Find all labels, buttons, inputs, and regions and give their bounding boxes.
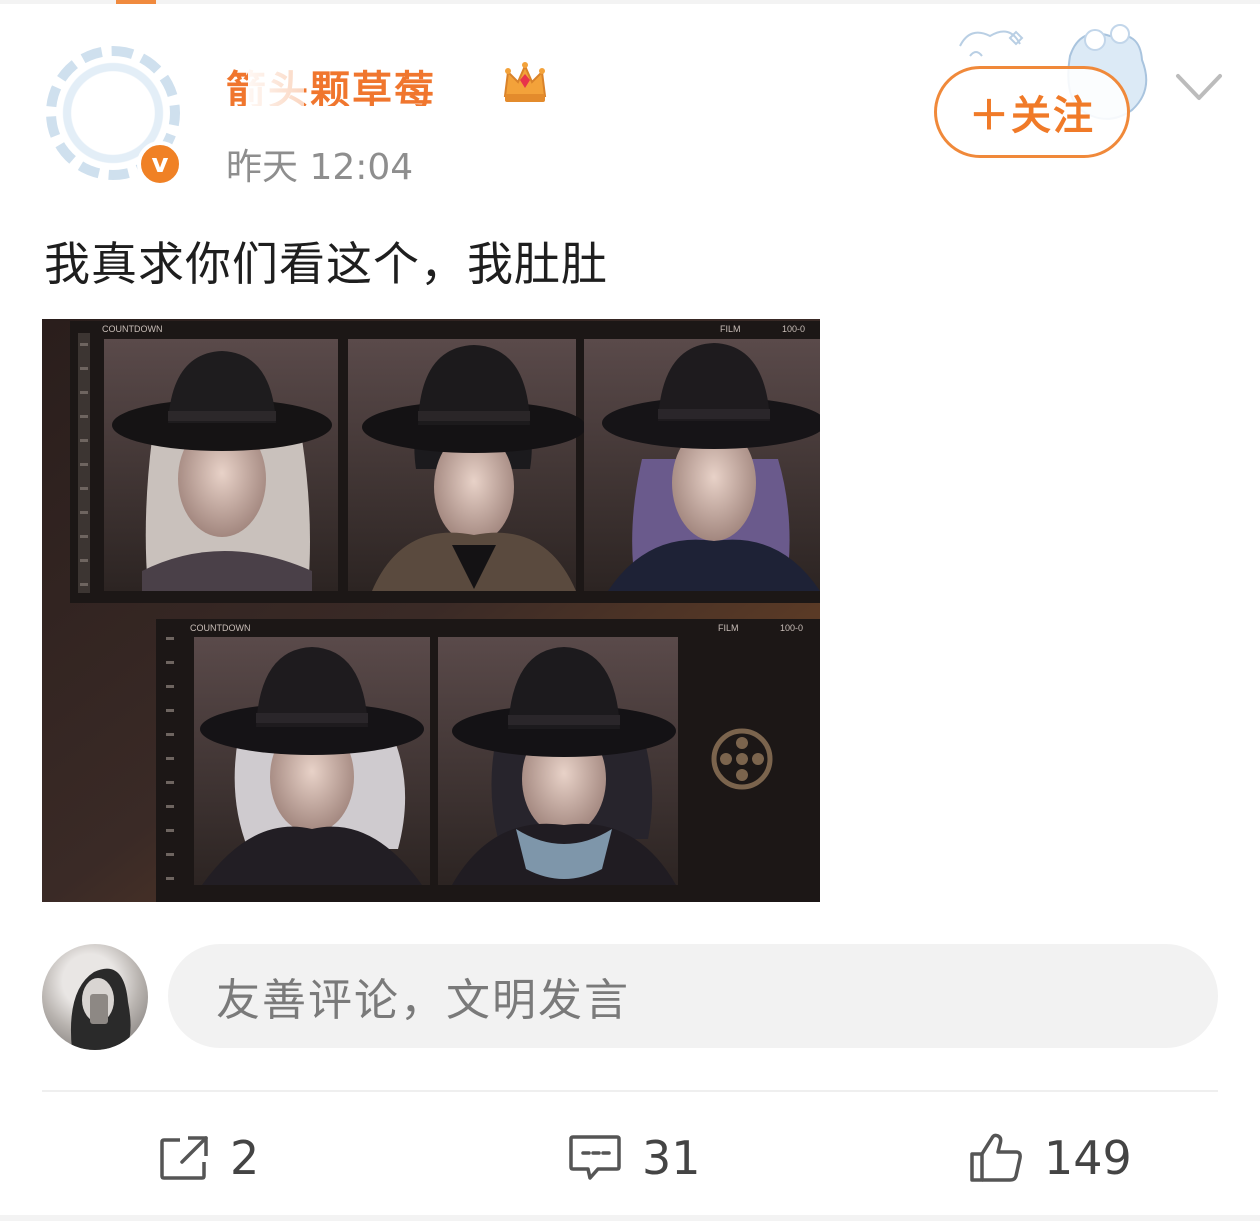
share-icon <box>160 1136 208 1180</box>
image-label-film: FILM <box>720 324 741 334</box>
chevron-down-icon[interactable] <box>1174 68 1224 108</box>
image-label-countdown-2: COUNTDOWN <box>190 623 251 633</box>
image-label-film-2: FILM <box>718 623 739 633</box>
like-count: 149 <box>1044 1131 1132 1185</box>
verified-v-icon: v <box>137 141 183 187</box>
post-timestamp: 昨天 12:04 <box>226 147 414 188</box>
follow-button[interactable]: ＋关注 <box>934 66 1130 158</box>
portrait-2 <box>348 339 586 591</box>
film-reel-icon <box>711 728 773 790</box>
top-accent <box>116 0 156 4</box>
share-count: 2 <box>230 1131 260 1185</box>
portrait-3 <box>584 339 820 591</box>
bottom-divider <box>0 1215 1260 1221</box>
avatar-silhouette <box>70 968 131 1050</box>
comment-icon <box>569 1135 621 1180</box>
film-strip-illustration: COUNTDOWN FILM 100-0 COUNTDOWN FILM 100-… <box>42 319 820 902</box>
comment-placeholder: 友善评论，文明发言 <box>216 975 630 1026</box>
image-label-frame-2: 100-0 <box>780 623 803 633</box>
image-label-frame: 100-0 <box>782 324 805 334</box>
share-button[interactable]: 2 <box>158 1128 259 1188</box>
username-blur <box>248 58 304 106</box>
portrait-1 <box>104 339 338 591</box>
portrait-5 <box>438 637 678 885</box>
comment-input[interactable]: 友善评论，文明发言 <box>168 944 1218 1048</box>
comment-button[interactable]: 31 <box>568 1128 701 1188</box>
my-avatar[interactable] <box>42 944 148 1050</box>
crown-icon <box>503 62 547 102</box>
comment-count: 31 <box>642 1131 701 1185</box>
post-image[interactable]: COUNTDOWN FILM 100-0 COUNTDOWN FILM 100-… <box>42 319 820 902</box>
top-divider <box>0 0 1260 4</box>
image-label-countdown: COUNTDOWN <box>102 324 163 334</box>
post-text: 我真求你们看这个，我肚肚 <box>44 237 608 291</box>
action-divider <box>42 1090 1218 1092</box>
thumbs-up-icon <box>970 1133 1022 1182</box>
portrait-4 <box>194 637 430 885</box>
author-username[interactable]: 箭头颗草莓_ <box>226 58 458 106</box>
like-button[interactable]: 149 <box>968 1128 1132 1188</box>
